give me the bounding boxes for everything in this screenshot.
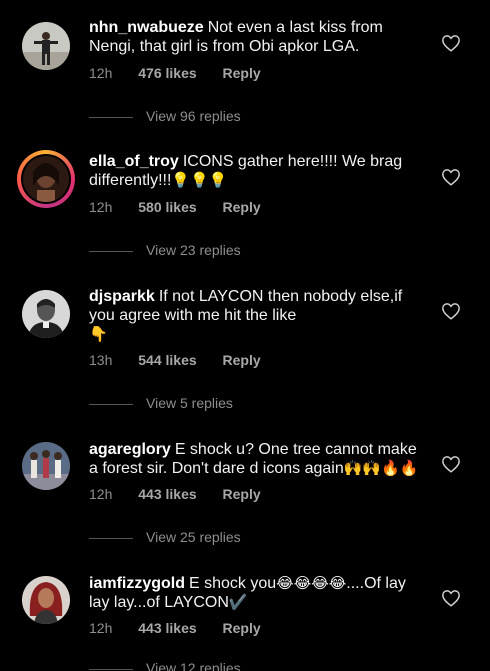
comment-text: agareglory E shock u? One tree cannot mak…: [89, 440, 429, 478]
comment-meta: 12h 443 likes Reply: [89, 620, 283, 636]
person-standing-photo-icon: [22, 22, 70, 70]
comment-text: ella_of_troy ICONS gather here!!!! We bra…: [89, 152, 429, 190]
woman-portrait-icon: [23, 156, 69, 202]
comment-emoji: 💡💡💡: [171, 171, 228, 189]
comment-emoji: 😂😂😂😂: [276, 574, 347, 592]
likes-count[interactable]: 443 likes: [138, 620, 196, 636]
man-portrait-icon: [22, 290, 70, 338]
comment-meta: 12h 476 likes Reply: [89, 65, 283, 81]
view-replies-link[interactable]: View 23 replies: [89, 242, 241, 258]
likes-count[interactable]: 544 likes: [138, 352, 196, 368]
view-replies-label: View 12 replies: [146, 660, 241, 671]
comment-body-start: E shock you: [189, 575, 277, 592]
timestamp: 12h: [89, 486, 113, 502]
avatar[interactable]: [22, 442, 70, 490]
replies-divider: [89, 116, 133, 118]
reply-button[interactable]: Reply: [223, 199, 261, 215]
username[interactable]: ella_of_troy: [89, 153, 179, 170]
timestamp: 12h: [89, 65, 113, 81]
likes-count[interactable]: 443 likes: [138, 486, 196, 502]
replies-divider: [89, 668, 133, 670]
reply-button[interactable]: Reply: [223, 486, 261, 502]
group-photo-icon: [22, 442, 70, 490]
comment-text: iamfizzygold E shock you😂😂😂😂....Of lay la…: [89, 574, 429, 612]
view-replies-link[interactable]: View 12 replies: [89, 660, 241, 671]
woman-portrait-red-hair-icon: [22, 576, 70, 624]
view-replies-link[interactable]: View 96 replies: [89, 108, 241, 124]
view-replies-link[interactable]: View 5 replies: [89, 395, 233, 411]
view-replies-label: View 5 replies: [146, 395, 233, 411]
heart-icon[interactable]: [441, 168, 461, 186]
check-mark-icon: ✔️: [228, 593, 248, 611]
heart-icon[interactable]: [441, 34, 461, 52]
likes-count[interactable]: 580 likes: [138, 199, 196, 215]
view-replies-label: View 23 replies: [146, 242, 241, 258]
avatar[interactable]: [22, 576, 70, 624]
heart-icon[interactable]: [441, 302, 461, 320]
comment-emoji: 🙌🙌🔥🔥: [343, 459, 419, 477]
comment-meta: 12h 580 likes Reply: [89, 199, 283, 215]
username[interactable]: djsparkk: [89, 288, 155, 305]
reply-button[interactable]: Reply: [223, 352, 261, 368]
replies-divider: [89, 403, 133, 405]
heart-icon[interactable]: [441, 589, 461, 607]
likes-count[interactable]: 476 likes: [138, 65, 196, 81]
username[interactable]: agareglory: [89, 441, 171, 458]
comments-feed: nhn_nwabueze Not even a last kiss from Ne…: [0, 0, 490, 671]
comment-meta: 12h 443 likes Reply: [89, 486, 283, 502]
replies-divider: [89, 250, 133, 252]
timestamp: 12h: [89, 620, 113, 636]
avatar[interactable]: [17, 150, 75, 208]
view-replies-label: View 96 replies: [146, 108, 241, 124]
view-replies-label: View 25 replies: [146, 529, 241, 545]
comment-meta: 13h 544 likes Reply: [89, 352, 283, 368]
reply-button[interactable]: Reply: [223, 620, 261, 636]
username[interactable]: nhn_nwabueze: [89, 19, 204, 36]
reply-button[interactable]: Reply: [223, 65, 261, 81]
timestamp: 13h: [89, 352, 113, 368]
view-replies-link[interactable]: View 25 replies: [89, 529, 241, 545]
avatar[interactable]: [22, 22, 70, 70]
heart-icon[interactable]: [441, 455, 461, 473]
timestamp: 12h: [89, 199, 113, 215]
story-ring: [21, 154, 71, 204]
comment-text: djsparkk If not LAYCON then nobody else,i…: [89, 287, 429, 344]
avatar[interactable]: [22, 290, 70, 338]
comment-emoji: 👇: [89, 325, 108, 343]
comment-text: nhn_nwabueze Not even a last kiss from Ne…: [89, 18, 429, 56]
replies-divider: [89, 537, 133, 539]
username[interactable]: iamfizzygold: [89, 575, 185, 592]
